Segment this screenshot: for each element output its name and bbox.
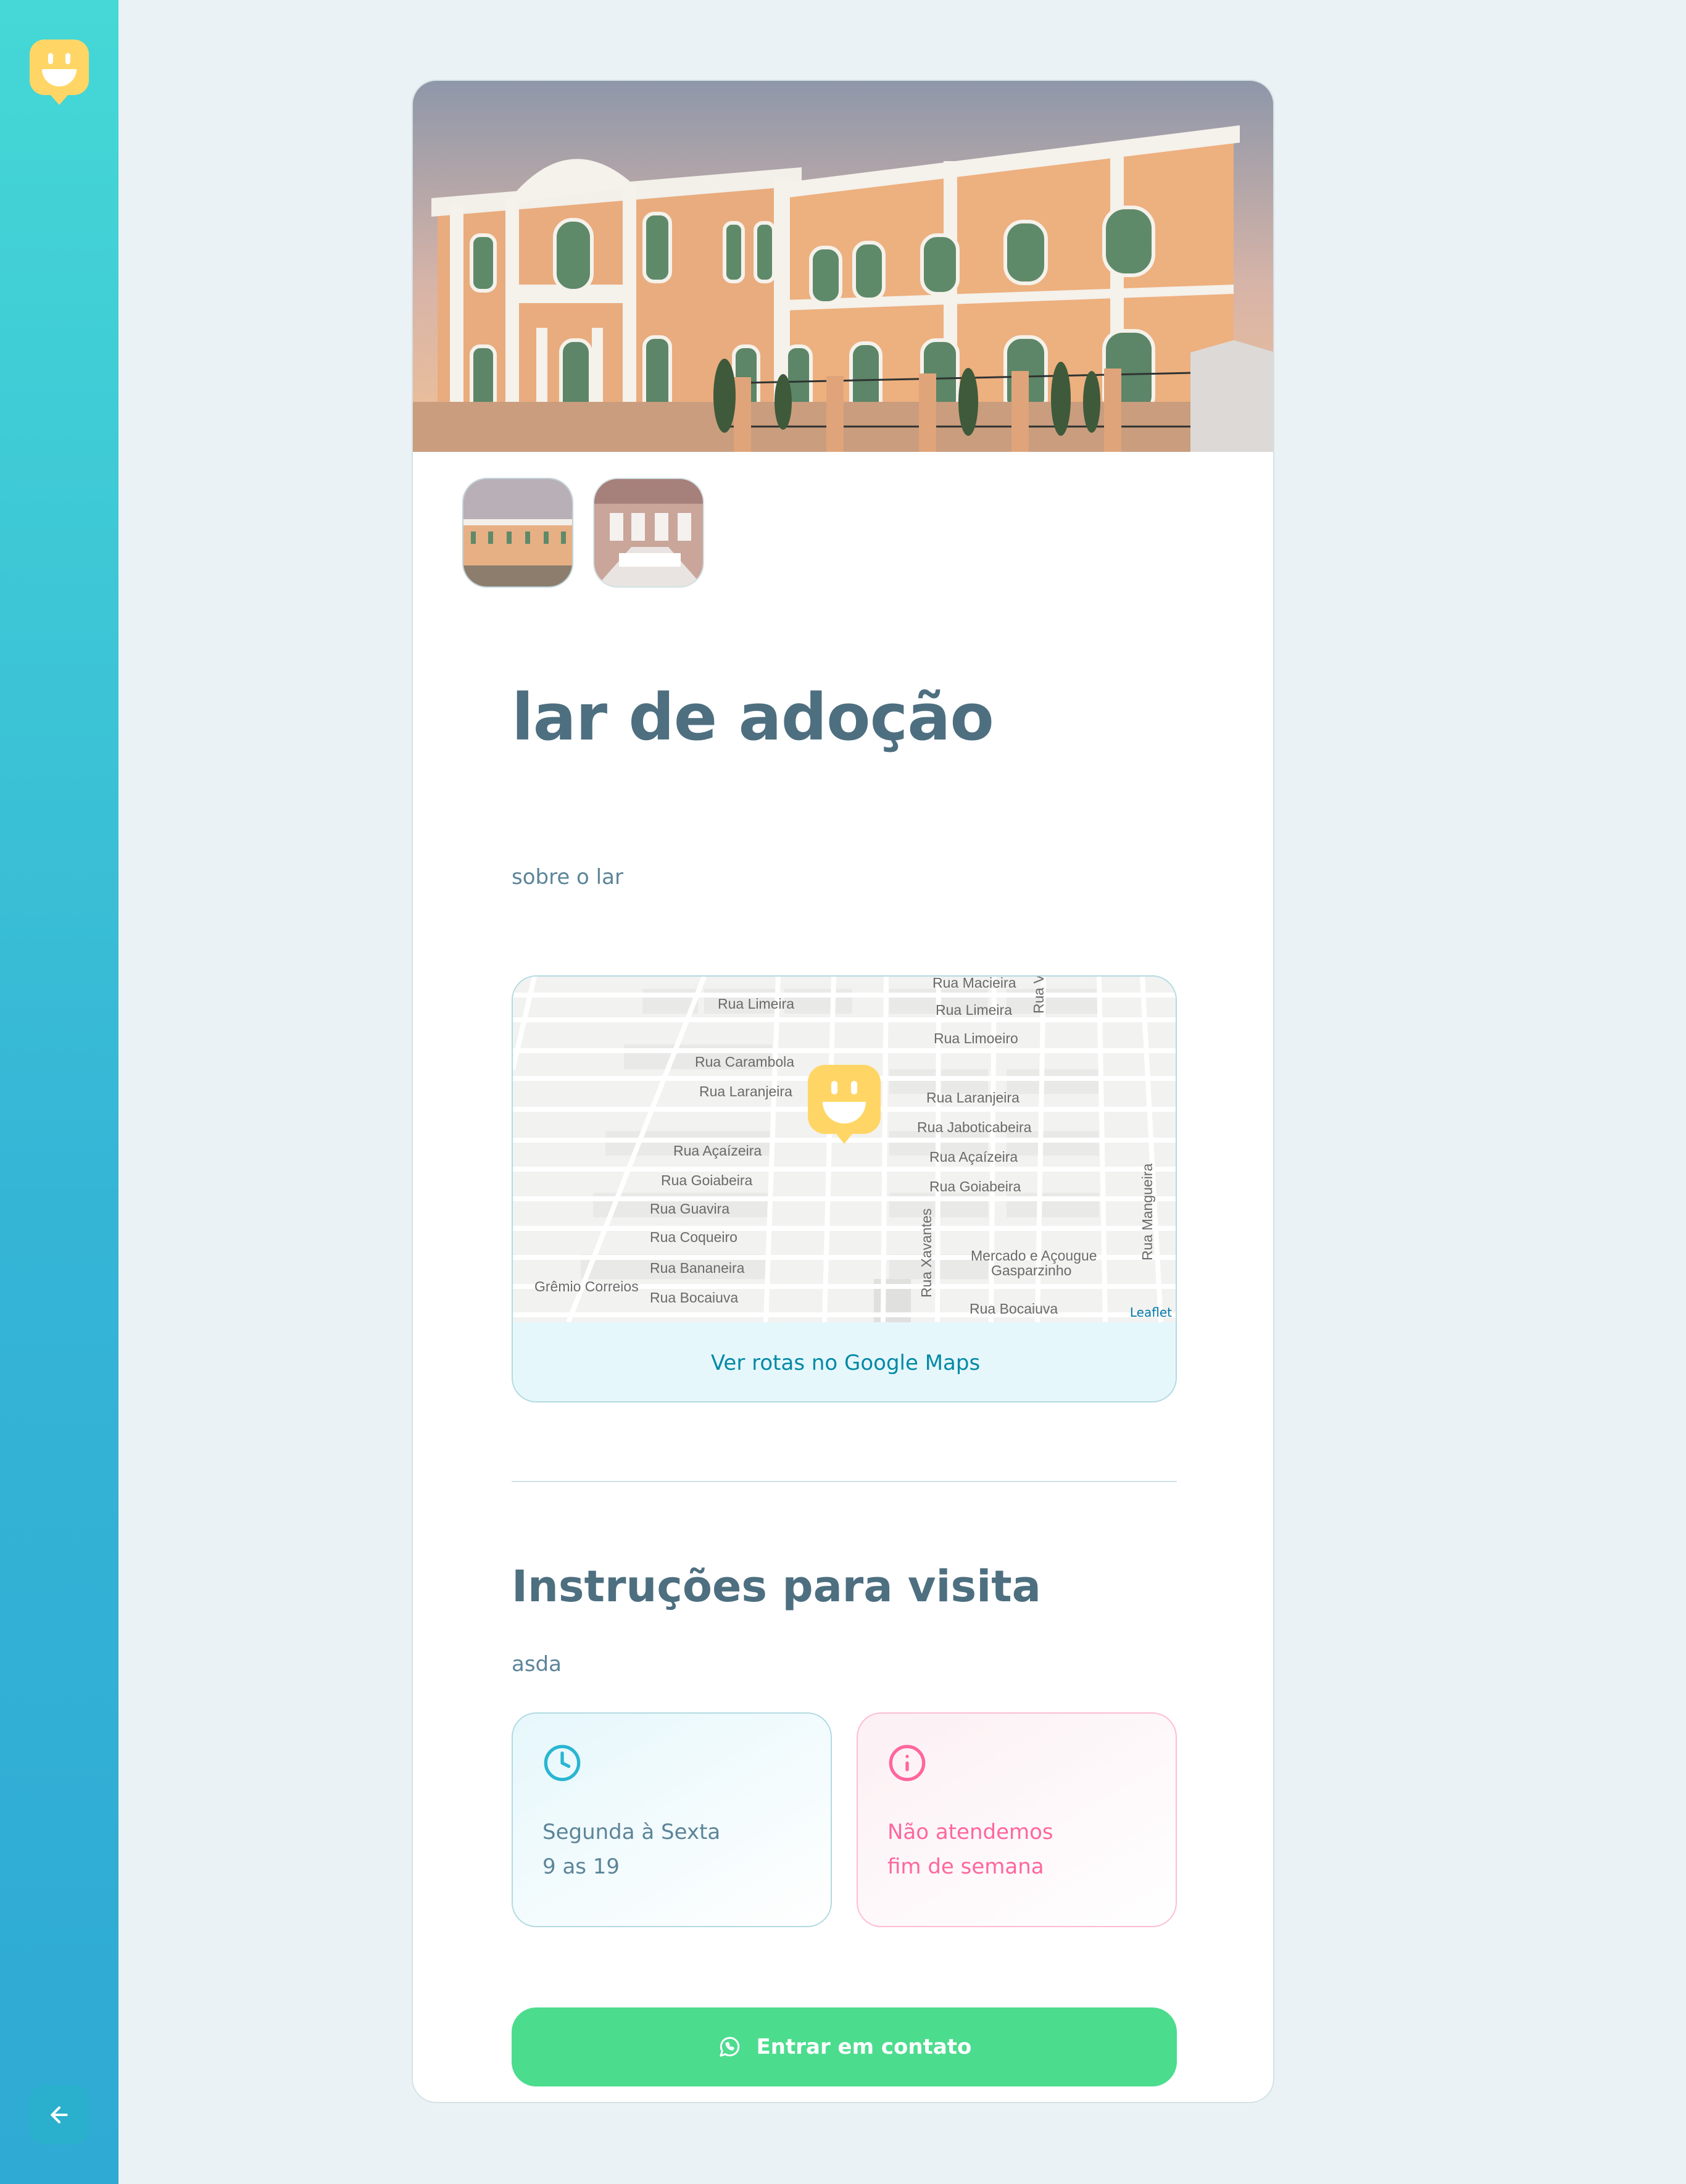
opening-days: Segunda à Sexta <box>542 1820 721 1844</box>
street-label: Rua Limoeiro <box>934 1030 1018 1046</box>
opening-hours: 9 as 19 <box>542 1854 620 1879</box>
closed-line-2: fim de semana <box>887 1854 1044 1879</box>
visit-instructions-text: asda <box>512 1652 562 1677</box>
building-interior-thumbnail[interactable] <box>593 478 704 588</box>
back-button[interactable] <box>30 2085 89 2144</box>
map-attribution[interactable]: Leaflet <box>1130 1305 1172 1320</box>
divider <box>512 1481 1177 1482</box>
place-label: Gasparzinho <box>991 1262 1071 1278</box>
street-label: Rua Bananeira <box>650 1260 745 1276</box>
image-thumbnails <box>462 478 704 588</box>
street-label: Rua Bocaiuva <box>650 1290 738 1306</box>
street-label: Rua Açaízeira <box>673 1143 762 1159</box>
weekend-closed-card: Não atendemos fim de semana <box>857 1712 1177 1927</box>
street-label: Rua Mangueira <box>1139 1164 1155 1261</box>
hero-image <box>413 81 1273 452</box>
info-icon <box>889 1744 926 1782</box>
street-label: Rua Laranjeira <box>926 1090 1019 1106</box>
street-label: Rua Limeira <box>718 996 794 1012</box>
street-label: Rua Guavira <box>650 1201 729 1217</box>
visit-info-row: Segunda à Sexta 9 as 19 Não atendemos fi… <box>512 1712 1177 1927</box>
map-container: Rua Macieira Rua Limeira Rua Limeira Rua… <box>512 975 1177 1403</box>
street-label: Rua Goiabeira <box>661 1172 753 1188</box>
sidebar <box>0 0 118 2184</box>
street-label: Rua Limeira <box>936 1002 1012 1018</box>
street-label: Rua Macieira <box>932 977 1016 991</box>
whatsapp-icon <box>719 2036 739 2057</box>
building-exterior-thumbnail[interactable] <box>462 478 573 588</box>
street-label: Rua Jaboticabeira <box>917 1119 1032 1135</box>
street-label: Rua Xavantes <box>918 1209 934 1298</box>
closed-line-1: Não atendemos <box>887 1820 1053 1844</box>
visit-instructions-title: Instruções para visita <box>512 1561 1041 1612</box>
street-label: Rua Va <box>1031 977 1047 1014</box>
contact-button[interactable]: Entrar em contato <box>512 2007 1177 2086</box>
opening-hours-card: Segunda à Sexta 9 as 19 <box>512 1712 832 1927</box>
contact-button-label: Entrar em contato <box>756 2035 972 2059</box>
place-label: Grêmio Correios <box>534 1278 639 1294</box>
street-label: Rua Coqueiro <box>650 1229 737 1245</box>
clock-icon <box>544 1744 581 1782</box>
map-marker-icon <box>808 1065 881 1144</box>
place-label: Mercado e Açougue <box>971 1248 1097 1264</box>
street-label: Rua Açaízeira <box>929 1149 1018 1165</box>
google-maps-routes-link[interactable]: Ver rotas no Google Maps <box>513 1322 1176 1401</box>
orphanage-about: sobre o lar <box>512 865 623 890</box>
happy-marker-icon[interactable] <box>30 40 89 105</box>
arrow-left-icon <box>51 2106 68 2124</box>
orphanage-name: lar de adoção <box>512 680 994 755</box>
orphanage-details-card: lar de adoção sobre o lar Rua Macieira R… <box>412 80 1274 2103</box>
street-label: Rua Carambola <box>695 1054 794 1070</box>
street-label: Rua Laranjeira <box>699 1083 792 1099</box>
street-label: Rua Goiabeira <box>929 1178 1021 1194</box>
map[interactable]: Rua Macieira Rua Limeira Rua Limeira Rua… <box>513 977 1176 1323</box>
street-label: Rua Bocaiuva <box>970 1301 1058 1317</box>
